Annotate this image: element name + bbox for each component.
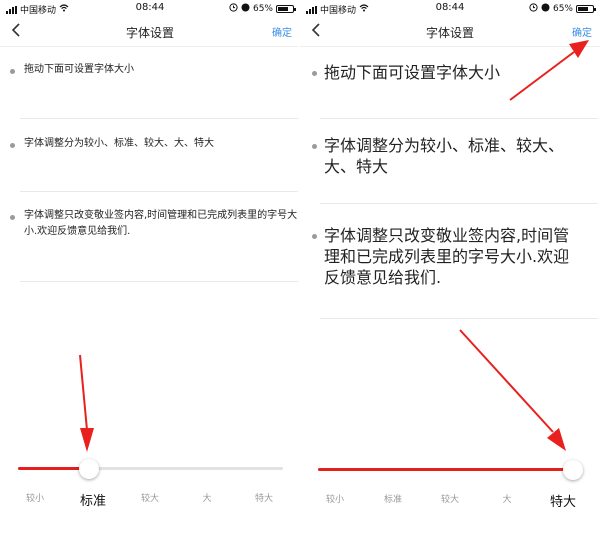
tip-text: 字体调整只改变敬业签内容,时间管理和已完成列表里的字号大小.欢迎反馈意见给我们. [24, 210, 298, 237]
tip-item: 拖动下面可设置字体大小 [312, 62, 598, 119]
size-option-smaller[interactable]: 较小 [315, 492, 355, 505]
slider-fill [18, 467, 88, 470]
status-bar: 中国移动 08:44 65% [0, 0, 300, 16]
bullet-dot [10, 143, 15, 148]
size-option-larger[interactable]: 较大 [130, 491, 170, 504]
slider-thumb[interactable] [563, 460, 583, 480]
size-option-extra-large[interactable]: 特大 [244, 491, 284, 504]
tip-item: 字体调整分为较小、标准、较大、大、特大 [10, 136, 298, 192]
size-option-large[interactable]: 大 [187, 491, 227, 504]
size-option-standard[interactable]: 标准 [73, 490, 113, 509]
lock-rotation-icon [241, 3, 250, 15]
nav-bar: 字体设置 确定 [0, 16, 300, 47]
lock-rotation-icon [541, 3, 550, 15]
battery-icon [576, 5, 596, 13]
page-title: 字体设置 [425, 26, 474, 40]
tip-text: 拖动下面可设置字体大小 [24, 64, 134, 75]
alarm-icon [229, 3, 238, 15]
size-option-larger[interactable]: 较大 [430, 492, 470, 505]
tip-text: 字体调整只改变敬业签内容,时间管理和已完成列表里的字号大小.欢迎反馈意见给我们. [324, 226, 570, 287]
tip-text: 字体调整分为较小、标准、较大、大、特大 [324, 136, 565, 176]
bullet-dot [312, 144, 317, 149]
right-screen: 中国移动 08:44 65% 字体设置 确定 拖动下面可设置字体大小 字体调整分… [300, 0, 600, 535]
confirm-button[interactable]: 确定 [272, 24, 292, 39]
battery-icon [276, 5, 296, 13]
alarm-icon [529, 3, 538, 15]
left-screen: 中国移动 08:44 65% 字体设置 确定 拖动下面可设置字体大小 字体调整分… [0, 0, 300, 535]
nav-bar: 字体设置 确定 [300, 16, 600, 47]
tip-item: 字体调整只改变敬业签内容,时间管理和已完成列表里的字号大小.欢迎反馈意见给我们. [312, 225, 598, 319]
size-option-standard[interactable]: 标准 [373, 492, 413, 505]
tip-item: 字体调整只改变敬业签内容,时间管理和已完成列表里的字号大小.欢迎反馈意见给我们. [10, 208, 298, 282]
slider-thumb[interactable] [79, 459, 99, 479]
size-option-extra-large[interactable]: 特大 [543, 491, 583, 510]
bullet-dot [10, 215, 15, 220]
confirm-button[interactable]: 确定 [572, 24, 592, 39]
bullet-dot [312, 71, 317, 76]
status-bar: 中国移动 08:44 65% [300, 0, 600, 16]
page-title: 字体设置 [125, 26, 174, 40]
size-option-smaller[interactable]: 较小 [15, 491, 55, 504]
bullet-dot [312, 234, 317, 239]
tip-item: 字体调整分为较小、标准、较大、大、特大 [312, 135, 598, 204]
battery-percent: 65% [552, 4, 573, 14]
tip-item: 拖动下面可设置字体大小 [10, 62, 298, 119]
slider-fill [318, 468, 573, 471]
bullet-dot [10, 69, 15, 74]
comparison-screenshot: 中国移动 08:44 65% 字体设置 确定 拖动下面可设置字体大小 字体调整分… [0, 0, 600, 535]
battery-percent: 65% [252, 4, 273, 14]
size-option-large[interactable]: 大 [487, 492, 527, 505]
tip-text: 字体调整分为较小、标准、较大、大、特大 [24, 138, 214, 149]
tip-text: 拖动下面可设置字体大小 [324, 63, 501, 82]
